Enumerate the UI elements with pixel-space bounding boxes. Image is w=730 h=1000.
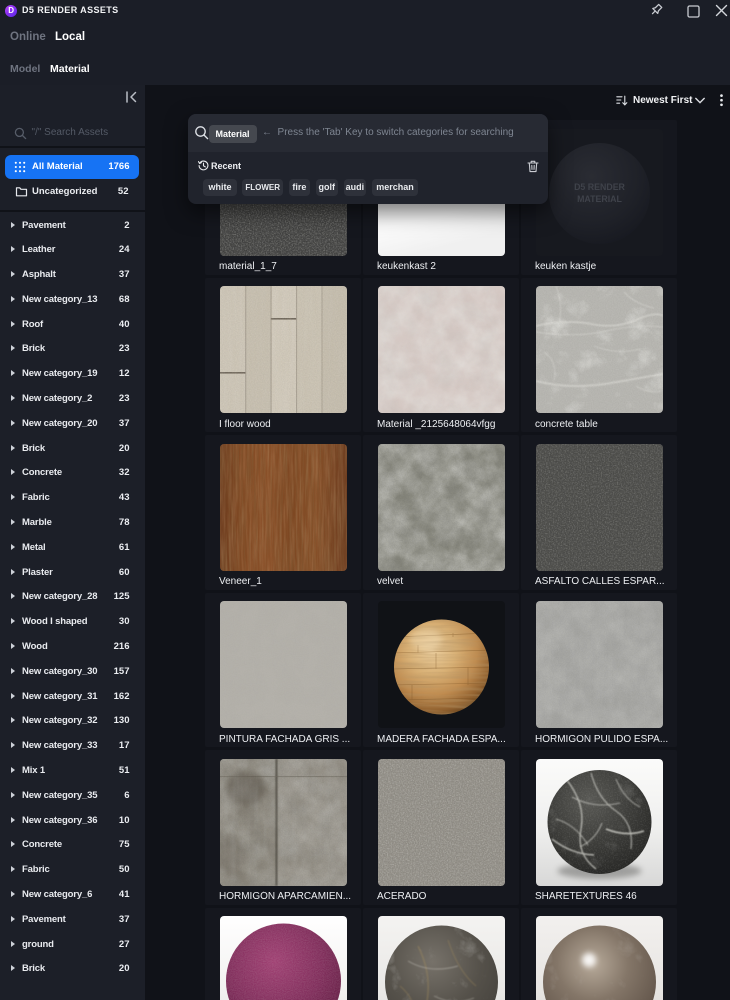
svg-text:D5 RENDER: D5 RENDER	[574, 182, 625, 192]
svg-text:MATERIAL: MATERIAL	[577, 194, 622, 204]
